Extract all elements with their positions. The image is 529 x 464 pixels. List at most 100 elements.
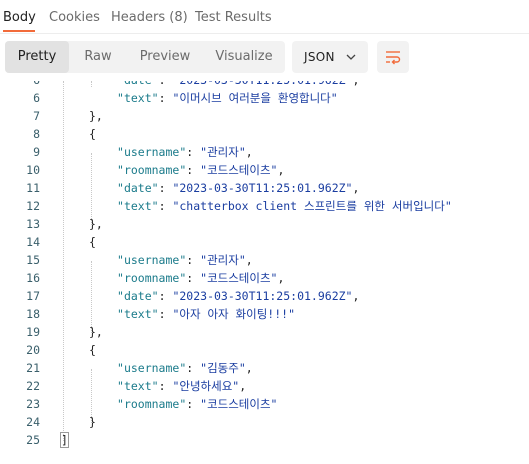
code-line: 7},	[0, 107, 529, 125]
quote: "	[117, 91, 124, 105]
code-text: "text": "안녕하세요",	[117, 377, 246, 395]
tab-cookies[interactable]: Cookies	[49, 10, 100, 26]
line-number: 19	[26, 325, 40, 339]
code-text: "text": "아자 아자 화이팅!!!"	[117, 305, 295, 323]
colon: :	[158, 307, 173, 321]
comma: ,	[245, 145, 253, 159]
code-text: "username": "김동주",	[117, 359, 253, 377]
quote: "	[117, 397, 124, 411]
line-number: 13	[26, 217, 40, 231]
json-key: date	[123, 181, 152, 195]
comma: ,	[277, 163, 285, 177]
comma: ,	[245, 253, 253, 267]
quote: "	[117, 379, 124, 393]
chevron-down-icon	[346, 54, 356, 60]
code-text: "username": "관리자",	[117, 251, 253, 269]
quote: "	[117, 289, 124, 303]
format-select[interactable]: JSON	[292, 41, 368, 73]
json-key: roomname	[123, 271, 180, 285]
json-key: date	[123, 289, 152, 303]
code-text: "roomname": "코드스테이츠"	[117, 395, 277, 413]
line-number: 18	[26, 307, 40, 321]
code-line: 11 "date": "2023-03-30T11:25:01.962Z",	[0, 179, 529, 197]
tab-label: Body	[3, 10, 36, 25]
divider	[0, 33, 529, 34]
quote: "	[151, 199, 159, 213]
tab-test-results[interactable]: Test Results	[195, 10, 272, 26]
code-line: 23 "roomname": "코드스테이츠"	[0, 395, 529, 413]
line-number: 15	[26, 253, 40, 267]
json-key: username	[123, 145, 180, 159]
colon: :	[158, 379, 173, 393]
code-text: }	[89, 413, 96, 431]
line-number: 24	[26, 415, 40, 429]
quote: "	[151, 307, 159, 321]
line-number: 9	[33, 145, 40, 159]
comma: ,	[245, 361, 253, 375]
tab-label: Cookies	[49, 10, 100, 25]
format-select-value: JSON	[304, 50, 335, 64]
comma: ,	[352, 81, 359, 87]
colon: :	[186, 361, 201, 375]
pretty-button[interactable]: Pretty	[5, 41, 69, 73]
matched-bracket: ]	[60, 432, 69, 448]
code-text: "text": "chatterbox client 스프린트를 위한 서버입니…	[117, 197, 452, 215]
visualize-button[interactable]: Visualize	[203, 41, 285, 73]
code-text: {	[89, 125, 96, 143]
quote: "	[117, 307, 124, 321]
code-line: 24}	[0, 413, 529, 431]
quote: "	[238, 361, 246, 375]
line-number: 10	[26, 163, 40, 177]
quote: "	[151, 181, 159, 195]
quote: "	[330, 91, 338, 105]
tab-label: Test Results	[195, 10, 272, 25]
json-key: username	[123, 361, 180, 375]
code-text: "date": "2023-03-30T11:25:01.962Z",	[117, 179, 359, 197]
tab-body[interactable]: Body	[3, 10, 36, 26]
response-body-viewer[interactable]: 6"date": "2023-03-30T11:25:01.962Z",6"te…	[0, 81, 529, 464]
line-number: 16	[26, 271, 40, 285]
wrap-lines-button[interactable]	[377, 41, 409, 73]
colon: :	[186, 253, 201, 267]
quote: "	[238, 253, 246, 267]
json-punctuation: },	[89, 109, 103, 123]
code-line: 22 "text": "안녕하세요",	[0, 377, 529, 395]
json-punctuation: {	[89, 343, 96, 357]
json-string-value: 안녕하세요	[179, 379, 233, 393]
quote: "	[117, 81, 124, 87]
code-text: {	[89, 233, 96, 251]
quote: "	[151, 289, 159, 303]
quote: "	[117, 253, 124, 267]
json-punctuation: },	[89, 325, 103, 339]
comma: ,	[352, 181, 360, 195]
line-number: 20	[26, 343, 40, 357]
code-line: 9 "username": "관리자",	[0, 143, 529, 161]
json-string-value: 관리자	[207, 145, 239, 159]
json-punctuation: {	[89, 127, 96, 141]
code-line: 14 {	[0, 233, 529, 251]
active-tab-indicator	[3, 30, 35, 32]
quote: "	[444, 199, 452, 213]
preview-button[interactable]: Preview	[127, 41, 203, 73]
json-punctuation: {	[89, 235, 96, 249]
code-line: 15 "username": "관리자",	[0, 251, 529, 269]
json-key: roomname	[123, 163, 180, 177]
line-number: 7	[33, 109, 40, 123]
line-number: 8	[33, 127, 40, 141]
code-line: 10 "roomname": "코드스테이츠",	[0, 161, 529, 179]
colon: :	[159, 81, 173, 87]
tab-headers[interactable]: Headers (8)	[111, 10, 188, 26]
line-number: 23	[26, 397, 40, 411]
raw-button[interactable]: Raw	[69, 41, 127, 73]
line-number: 17	[26, 289, 40, 303]
line-number: 14	[26, 235, 40, 249]
line-number: 6	[33, 91, 40, 105]
code-text: {	[89, 341, 96, 359]
json-string-value: 김동주	[207, 361, 239, 375]
code-text: "date": "2023-03-30T11:25:01.962Z",	[117, 287, 359, 305]
comma: ,	[277, 271, 285, 285]
line-number: 25	[26, 433, 40, 447]
json-key: text	[123, 379, 152, 393]
quote: "	[117, 163, 124, 177]
code-line: 17 "date": "2023-03-30T11:25:01.962Z",	[0, 287, 529, 305]
